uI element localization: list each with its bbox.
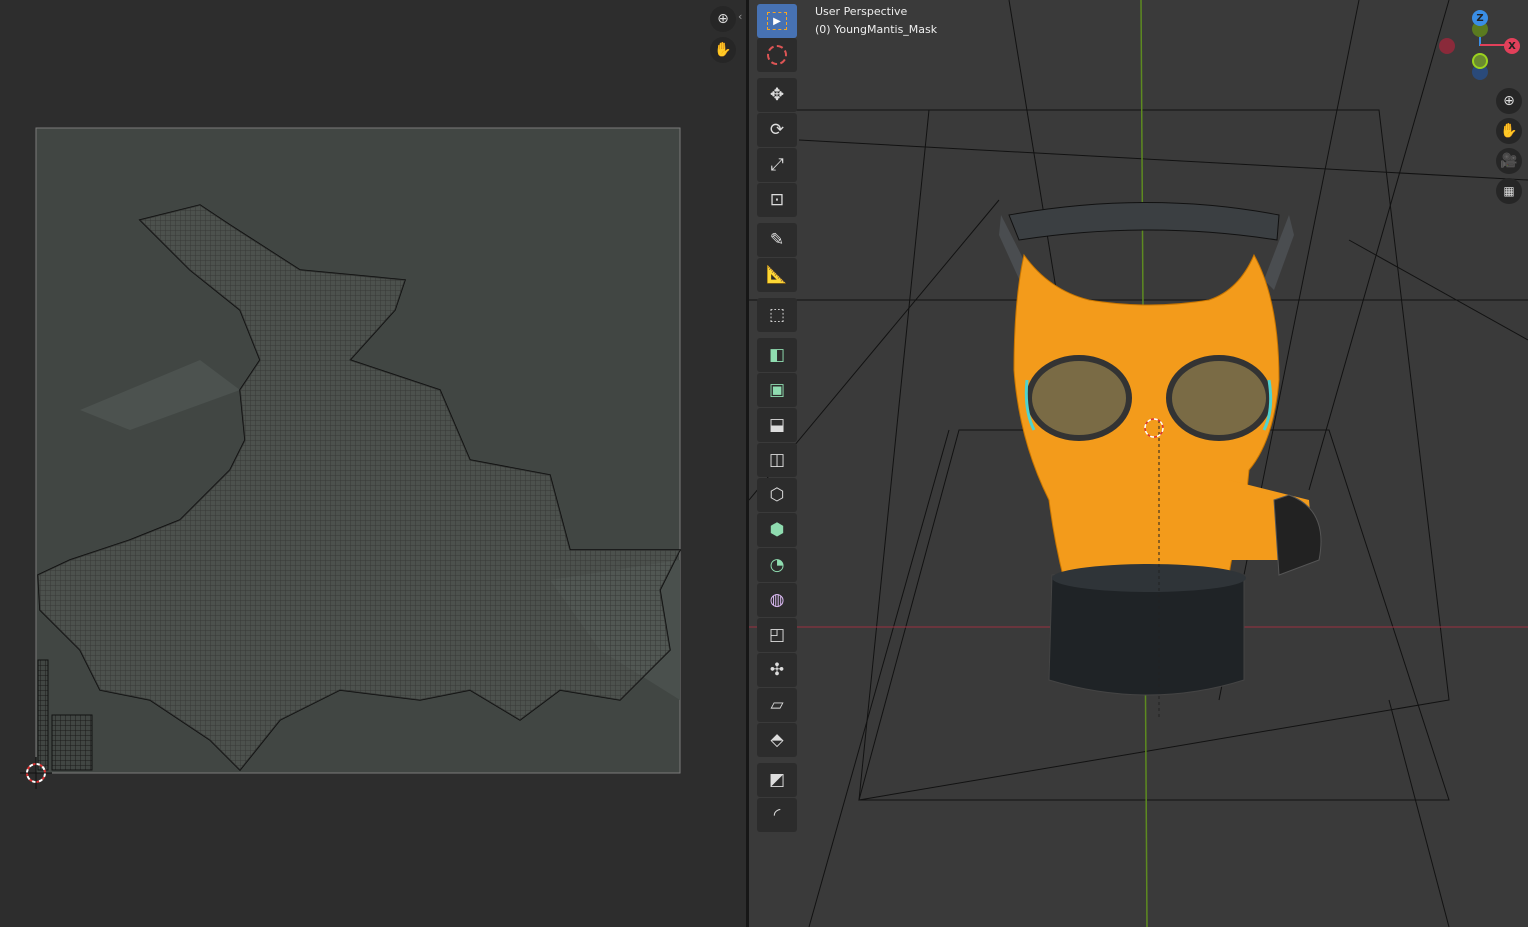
3d-viewport[interactable]: User Perspective (0) YoungMantis_Mask Z …	[749, 0, 1528, 927]
hand-pan-icon[interactable]: ✋	[710, 37, 736, 63]
camera-icon[interactable]: 🎥	[1496, 148, 1522, 174]
smooth-tool[interactable]: ◍	[757, 583, 797, 617]
measure-tool[interactable]: 📐	[757, 258, 797, 292]
rip-region-tool[interactable]: ⬘	[757, 723, 797, 757]
collapse-toolbar-arrow-icon[interactable]: ‹	[738, 10, 742, 23]
uv-editor[interactable]: ⊕ ✋ ‹	[0, 0, 746, 927]
gizmo-z[interactable]: Z	[1472, 10, 1488, 26]
spin-tool[interactable]: ◔	[757, 548, 797, 582]
viewport-scene	[749, 0, 1528, 927]
select-box-tool[interactable]: ▶	[757, 4, 797, 38]
shear-tool[interactable]: ▱	[757, 688, 797, 722]
rip-edge-tool[interactable]: ◜	[757, 798, 797, 832]
zoom-icon[interactable]: ⊕	[1496, 88, 1522, 114]
perspective-grid-icon[interactable]: ▦	[1496, 178, 1522, 204]
poly-build-tool[interactable]: ⬢	[757, 513, 797, 547]
gizmo-neg-x[interactable]	[1439, 38, 1455, 54]
zoom-icon[interactable]: ⊕	[710, 6, 736, 32]
cursor-tool[interactable]	[757, 38, 797, 72]
shrink-fatten-tool[interactable]: ✣	[757, 653, 797, 687]
view-name-label: User Perspective	[815, 5, 908, 18]
gas-mask-object	[999, 202, 1322, 720]
uv-canvas[interactable]	[0, 0, 746, 927]
transform-tool[interactable]: ⊡	[757, 183, 797, 217]
edge-slide-tool[interactable]: ◰	[757, 618, 797, 652]
inset-faces-tool[interactable]: ▣	[757, 373, 797, 407]
object-label: (0) YoungMantis_Mask	[815, 23, 938, 36]
add-cube-tool[interactable]: ⬚	[757, 298, 797, 332]
extrude-region-tool[interactable]: ◧	[757, 338, 797, 372]
annotate-tool[interactable]: ✎	[757, 223, 797, 257]
gizmo-y[interactable]: Y	[1472, 53, 1488, 69]
to-sphere-tool[interactable]: ◩	[757, 763, 797, 797]
loop-cut-tool[interactable]: ◫	[757, 443, 797, 477]
hand-pan-icon[interactable]: ✋	[1496, 118, 1522, 144]
bevel-tool[interactable]: ⬓	[757, 408, 797, 442]
scale-tool[interactable]: ⤢	[757, 148, 797, 182]
knife-tool[interactable]: ⬡	[757, 478, 797, 512]
rotate-tool[interactable]: ⟳	[757, 113, 797, 147]
gizmo-x[interactable]: X	[1504, 38, 1520, 54]
move-tool[interactable]: ✥	[757, 78, 797, 112]
